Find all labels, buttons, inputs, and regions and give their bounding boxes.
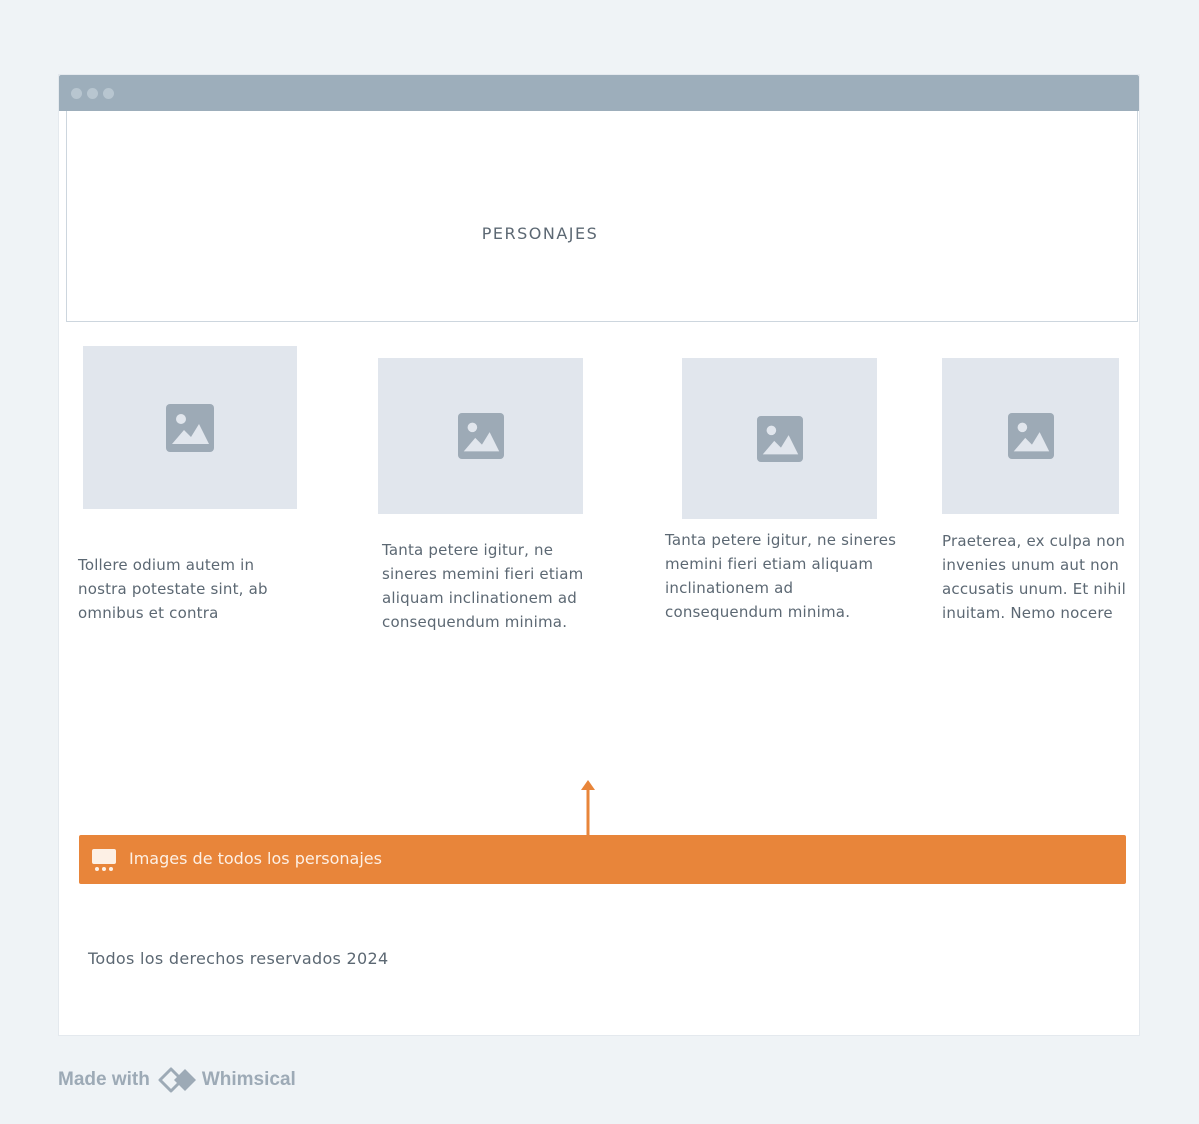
- window-dot-icon: [71, 88, 82, 99]
- arrow-up-icon: [581, 780, 595, 836]
- window-dot-icon: [87, 88, 98, 99]
- image-placeholder-icon: [756, 415, 803, 462]
- window-titlebar: [59, 75, 1139, 111]
- card-description: Praeterea, ex culpa non invenies unum au…: [942, 532, 1126, 622]
- card-image-placeholder: [83, 346, 297, 509]
- card-image-placeholder: [378, 358, 583, 514]
- slideshow-icon: [92, 849, 116, 871]
- wireframe-window: PERSONAJES Tollere odium autem in nostra…: [59, 75, 1139, 1035]
- card-description: Tollere odium autem in nostra potestate …: [78, 556, 268, 622]
- made-with-badge[interactable]: Made with Whimsical: [58, 1067, 296, 1093]
- whimsical-logo-icon: [158, 1067, 196, 1093]
- card-image-placeholder: [942, 358, 1119, 514]
- annotation-banner[interactable]: Images de todos los personajes: [79, 835, 1126, 884]
- brand-name: Whimsical: [201, 1069, 296, 1090]
- image-placeholder-icon: [1007, 413, 1054, 459]
- card-image-placeholder: [682, 358, 877, 519]
- made-with-label: Made with: [58, 1069, 150, 1090]
- annotation-label: Images de todos los personajes: [129, 849, 382, 868]
- card-description: Tanta petere igitur, ne sineres memini f…: [382, 541, 584, 631]
- window-dot-icon: [103, 88, 114, 99]
- footer-copyright: Todos los derechos reservados 2024: [88, 949, 389, 968]
- image-placeholder-icon: [457, 413, 504, 459]
- header-section: PERSONAJES: [66, 111, 1138, 322]
- card-description: Tanta petere igitur, ne sineres memini f…: [665, 531, 897, 621]
- image-placeholder-icon: [166, 403, 214, 452]
- page-title: PERSONAJES: [481, 224, 599, 243]
